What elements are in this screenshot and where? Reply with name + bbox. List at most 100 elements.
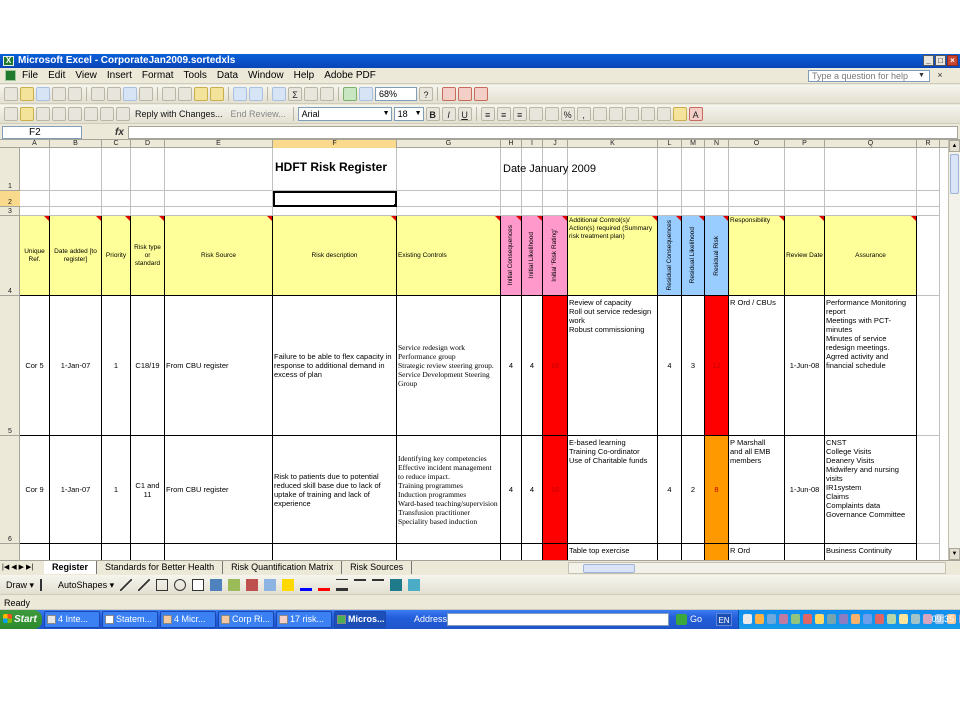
partial-assurance[interactable]: Business Continuity [825, 544, 917, 560]
autosum-icon[interactable]: Σ [288, 87, 302, 101]
open-icon[interactable] [20, 87, 34, 101]
print-icon[interactable] [91, 87, 105, 101]
menu-window[interactable]: Window [248, 68, 284, 84]
empty-cell[interactable] [917, 216, 940, 296]
risk-initial-consequences[interactable]: 4 [501, 436, 522, 544]
partial-cell[interactable] [682, 544, 705, 560]
column-header-e[interactable]: E [165, 140, 273, 148]
currency-icon[interactable] [544, 107, 559, 121]
arrow-icon[interactable] [138, 579, 151, 591]
empty-cell[interactable] [20, 191, 50, 207]
column-header-h[interactable]: H [501, 140, 522, 148]
column-header-f[interactable]: F [273, 140, 397, 148]
risk-date-added[interactable]: 1-Jan-07 [50, 436, 102, 544]
workbook-icon[interactable] [5, 70, 16, 81]
decrease-indent-icon[interactable] [624, 107, 639, 121]
rectangle-icon[interactable] [156, 579, 169, 591]
risk-residual-consequences[interactable]: 4 [658, 436, 682, 544]
partial-cell[interactable] [397, 544, 501, 560]
partial-initial-rating[interactable] [543, 544, 568, 560]
column-header-p[interactable]: P [785, 140, 825, 148]
selected-cell-f2[interactable] [273, 191, 397, 207]
pdf-convert-icon[interactable] [442, 87, 456, 101]
risk-description[interactable]: Failure to be able to flex capacity in r… [273, 296, 397, 436]
merge-center-icon[interactable] [528, 107, 543, 121]
line-icon[interactable] [120, 579, 133, 591]
partial-cell[interactable] [273, 544, 397, 560]
empty-cell[interactable] [682, 207, 705, 216]
font-name-select[interactable]: Arial ▼ [297, 107, 392, 121]
tray-app-icon[interactable] [875, 614, 884, 624]
empty-cell[interactable] [658, 207, 682, 216]
risk-initial-rating[interactable]: 16 [543, 436, 568, 544]
header-assurance[interactable]: Assurance [825, 216, 917, 296]
formula-input[interactable] [128, 126, 958, 139]
tray-app-icon[interactable] [779, 614, 788, 624]
empty-cell[interactable] [522, 207, 543, 216]
header-review-date[interactable]: Review Date [785, 216, 825, 296]
partial-cell[interactable] [658, 544, 682, 560]
vertical-scroll-thumb[interactable] [950, 154, 959, 194]
picture-icon[interactable] [264, 579, 277, 591]
save-icon[interactable] [36, 87, 50, 101]
tray-app-icon[interactable] [803, 614, 812, 624]
empty-cell[interactable] [917, 148, 940, 191]
column-header-l[interactable]: L [658, 140, 682, 148]
vertical-scrollbar[interactable]: ▲ ▼ [948, 140, 960, 560]
align-left-icon[interactable]: ≡ [480, 107, 495, 121]
taskbar-item[interactable]: 4 Inte... [44, 611, 100, 628]
draw-menu-button[interactable]: Draw ▾ [6, 575, 34, 595]
header-initial-consequences[interactable]: Initial Consequences [501, 216, 522, 296]
empty-cell[interactable] [785, 148, 825, 191]
column-header-q[interactable]: Q [825, 140, 917, 148]
sheet-date-cell[interactable]: Date January 2009 [501, 148, 682, 191]
empty-cell[interactable] [50, 191, 102, 207]
font-color-icon[interactable]: A [688, 107, 703, 121]
review-icon-2[interactable] [20, 107, 34, 121]
copy-icon[interactable] [178, 87, 192, 101]
header-existing-controls[interactable]: Existing Controls [397, 216, 501, 296]
comment-indicator-icon[interactable] [159, 216, 164, 221]
partial-cell[interactable] [131, 544, 165, 560]
increase-decimal-icon[interactable] [592, 107, 607, 121]
pdf-email-icon[interactable] [458, 87, 472, 101]
risk-residual-likelihood[interactable]: 2 [682, 436, 705, 544]
oval-icon[interactable] [174, 579, 187, 591]
risk-initial-rating[interactable]: 16 [543, 296, 568, 436]
decrease-decimal-icon[interactable] [608, 107, 623, 121]
start-button[interactable]: Start [0, 610, 42, 629]
risk-ref[interactable]: Cor 5 [20, 296, 50, 436]
risk-priority[interactable]: 1 [102, 296, 131, 436]
comment-indicator-icon[interactable] [44, 216, 49, 221]
3d-style-icon[interactable] [408, 579, 421, 591]
autoshapes-menu-button[interactable]: AutoShapes ▾ [58, 575, 114, 595]
partial-cell[interactable] [50, 544, 102, 560]
taskbar-item[interactable]: Corp Ri... [218, 611, 274, 628]
header-date-added[interactable]: Date added [to register] [50, 216, 102, 296]
paste-icon[interactable] [194, 87, 208, 101]
menu-data[interactable]: Data [217, 68, 238, 84]
empty-cell[interactable] [20, 148, 50, 191]
tray-app-icon[interactable] [755, 614, 764, 624]
drawing-icon[interactable] [359, 87, 373, 101]
increase-indent-icon[interactable] [640, 107, 655, 121]
comment-indicator-icon[interactable] [723, 216, 728, 221]
empty-cell[interactable] [917, 544, 940, 560]
partial-residual-risk[interactable] [705, 544, 729, 560]
row-header[interactable]: 3 [0, 207, 20, 216]
name-box[interactable]: F2 [2, 126, 82, 139]
empty-cell[interactable] [568, 207, 658, 216]
comment-indicator-icon[interactable] [562, 216, 567, 221]
italic-button[interactable]: I [441, 107, 456, 121]
fill-handle[interactable] [393, 203, 395, 205]
review-icon-8[interactable] [116, 107, 130, 121]
empty-cell[interactable] [501, 207, 522, 216]
partial-additional-controls[interactable]: Table top exercise [568, 544, 658, 560]
column-header-n[interactable]: N [705, 140, 729, 148]
sort-descending-icon[interactable] [320, 87, 334, 101]
header-residual-risk[interactable]: Residual Risk [705, 216, 729, 296]
header-initial-risk-rating[interactable]: Initial 'Risk Rating' [543, 216, 568, 296]
arrow-style-icon[interactable] [372, 579, 385, 591]
tray-app-icon[interactable] [911, 614, 920, 624]
underline-button[interactable]: U [457, 107, 472, 121]
